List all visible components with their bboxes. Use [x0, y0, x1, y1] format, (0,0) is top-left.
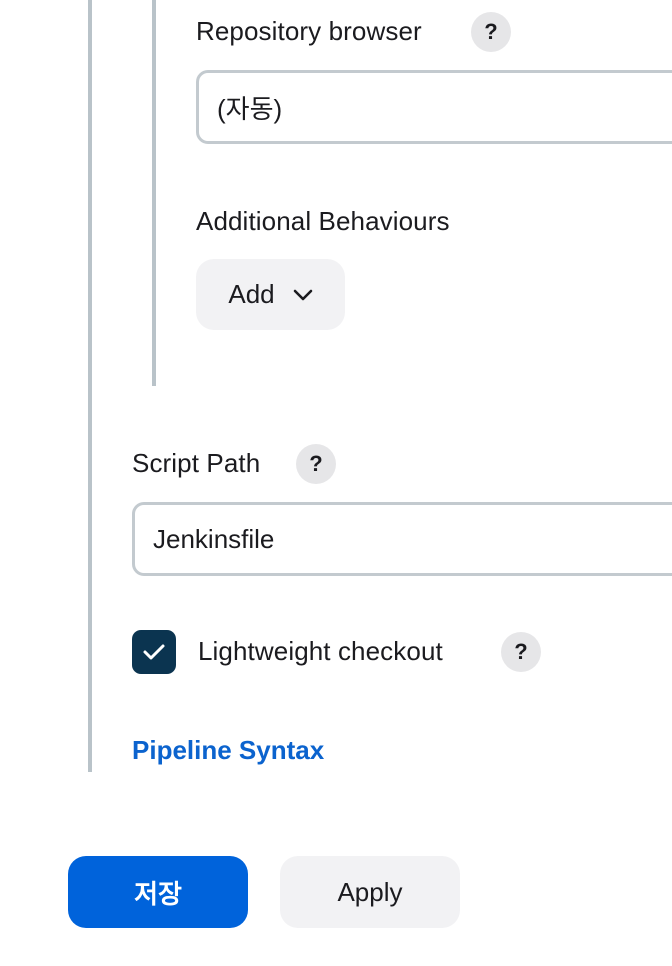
repository-browser-select[interactable]: (자동)	[196, 70, 672, 144]
add-behaviour-button[interactable]: Add	[196, 259, 345, 330]
lightweight-checkout-checkbox[interactable]	[132, 630, 176, 674]
repository-browser-label: Repository browser	[196, 16, 422, 46]
chevron-down-icon	[293, 289, 313, 301]
checkmark-icon	[143, 644, 165, 660]
script-path-label: Script Path	[132, 448, 261, 478]
save-button[interactable]: 저장	[68, 856, 248, 928]
inner-section-rail	[152, 0, 156, 386]
add-behaviour-label: Add	[228, 279, 275, 309]
script-path-input[interactable]: Jenkinsfile	[132, 502, 672, 576]
repository-browser-value: (자동)	[217, 93, 283, 124]
pipeline-config-page: Repository browser ? (자동) Additional Beh…	[0, 0, 672, 966]
script-path-value: Jenkinsfile	[153, 523, 275, 554]
additional-behaviours-label: Additional Behaviours	[196, 206, 450, 236]
lightweight-checkout-label[interactable]: Lightweight checkout	[198, 636, 443, 667]
lightweight-checkout-help-icon[interactable]: ?	[501, 632, 541, 672]
apply-button[interactable]: Apply	[280, 856, 460, 928]
script-path-help-icon[interactable]: ?	[296, 444, 336, 484]
outer-section-rail	[88, 0, 92, 772]
pipeline-syntax-link[interactable]: Pipeline Syntax	[132, 735, 324, 766]
repository-browser-help-icon[interactable]: ?	[471, 12, 511, 52]
